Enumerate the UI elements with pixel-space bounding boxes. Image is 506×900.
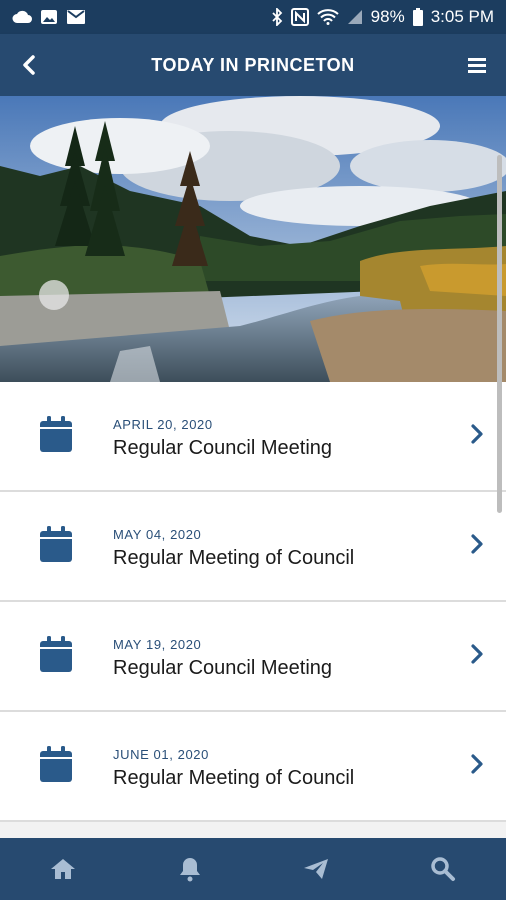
list-item[interactable]: MAY 04, 2020 Regular Meeting of Council xyxy=(0,492,506,602)
bell-icon xyxy=(179,858,200,882)
event-title: Regular Council Meeting xyxy=(113,437,333,459)
home-icon xyxy=(51,859,76,879)
event-title: Regular Meeting of Council xyxy=(113,767,355,789)
bottom-navigation xyxy=(0,838,506,900)
event-date: APRIL 20, 2020 xyxy=(113,417,213,432)
search-button[interactable] xyxy=(423,849,463,889)
chevron-right-icon xyxy=(471,644,483,664)
home-button[interactable] xyxy=(43,849,83,889)
calendar-icon xyxy=(40,746,72,782)
status-right: 98% 3:05 PM xyxy=(271,7,494,27)
list-item[interactable]: MAY 19, 2020 Regular Council Meeting xyxy=(0,602,506,712)
list-item[interactable]: JUNE 01, 2020 Regular Meeting of Council xyxy=(0,712,506,822)
battery-percentage: 98% xyxy=(370,7,405,26)
cloud-icon xyxy=(12,10,32,23)
battery-icon xyxy=(412,8,423,26)
status-bar: 98% 3:05 PM xyxy=(0,0,506,34)
scrollbar[interactable] xyxy=(497,155,502,513)
wifi-icon xyxy=(316,9,339,25)
hamburger-menu-icon xyxy=(468,58,486,73)
status-left xyxy=(12,9,86,25)
chevron-left-icon xyxy=(23,55,35,75)
event-date: JUNE 01, 2020 xyxy=(113,747,209,762)
events-list: APRIL 20, 2020 Regular Council Meeting M… xyxy=(0,382,506,822)
event-date: MAY 19, 2020 xyxy=(113,637,202,652)
signal-icon xyxy=(347,10,362,24)
menu-button[interactable] xyxy=(462,50,492,80)
send-button[interactable] xyxy=(296,849,336,889)
hero-image xyxy=(0,96,506,382)
mail-icon xyxy=(67,10,85,24)
event-date: MAY 04, 2020 xyxy=(113,527,202,542)
page-title: TODAY IN PRINCETON xyxy=(151,54,355,75)
chevron-right-icon xyxy=(471,424,483,444)
chevron-right-icon xyxy=(471,534,483,554)
search-icon xyxy=(431,857,455,881)
river-landscape-image xyxy=(0,96,506,382)
calendar-icon xyxy=(40,416,72,452)
notifications-button[interactable] xyxy=(170,849,210,889)
clock: 3:05 PM xyxy=(430,7,494,26)
list-item[interactable]: APRIL 20, 2020 Regular Council Meeting xyxy=(0,382,506,492)
send-icon xyxy=(304,859,329,879)
event-title: Regular Meeting of Council xyxy=(113,547,355,569)
app-bar: TODAY IN PRINCETON xyxy=(0,34,506,96)
bluetooth-icon xyxy=(272,8,282,26)
image-icon xyxy=(41,10,57,24)
calendar-icon xyxy=(40,526,72,562)
event-title: Regular Council Meeting xyxy=(113,657,333,679)
nfc-icon xyxy=(290,8,309,26)
calendar-icon xyxy=(40,636,72,672)
chevron-right-icon xyxy=(471,754,483,774)
back-button[interactable] xyxy=(14,50,44,80)
